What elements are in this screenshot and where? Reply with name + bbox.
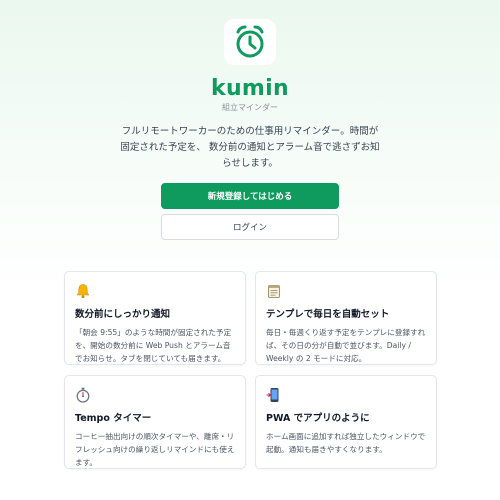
feature-title: 数分前にしっかり通知 [75,309,171,320]
feature-title: PWA でアプリのように [266,413,370,424]
feature-text: ホーム画面に追加すれば独立したウィンドウで起動。通知も届きやすくなります。 [266,432,426,454]
signup-button[interactable]: 新規登録してはじめる [161,183,339,209]
app-name: kumin [211,76,289,101]
feature-card-notification: 数分前にしっかり通知 「朝会 9:55」のような時間が固定された予定を、開始の数… [64,271,246,365]
mobile-phone-icon [266,388,279,402]
feature-title: テンプレで毎日を自動セット [266,309,390,320]
stopwatch-icon [76,387,90,403]
alarm-clock-icon [236,25,264,58]
app-logo [224,19,276,65]
feature-card-template: テンプレで毎日を自動セット 毎日・毎週くり返す予定をテンプレに登録すれば、その日… [255,271,437,365]
feature-card-pwa: PWA でアプリのように ホーム画面に追加すれば独立したウィンドウで起動。通知も… [255,375,437,469]
notepad-icon [268,285,280,298]
bell-icon [76,284,90,298]
feature-text: 「朝会 9:55」のような時間が固定された予定を、開始の数分前に Web Pus… [75,328,232,363]
feature-title: Tempo タイマー [75,413,152,424]
app-subtitle: 組立マインダー [222,103,278,112]
app-description: フルリモートワーカーのための仕事用リマインダー。時間が固定された予定を、 数分前… [120,126,380,169]
feature-card-timer: Tempo タイマー コーヒー抽出向けの順次タイマーや、離席・リフレッシュ向けの… [64,375,246,469]
feature-text: 毎日・毎週くり返す予定をテンプレに登録すれば、その日の分が自動で並びます。Dai… [266,328,426,363]
feature-text: コーヒー抽出向けの順次タイマーや、離席・リフレッシュ向けの繰り返しリマインドにも… [75,432,235,467]
login-button[interactable]: ログイン [161,214,339,240]
